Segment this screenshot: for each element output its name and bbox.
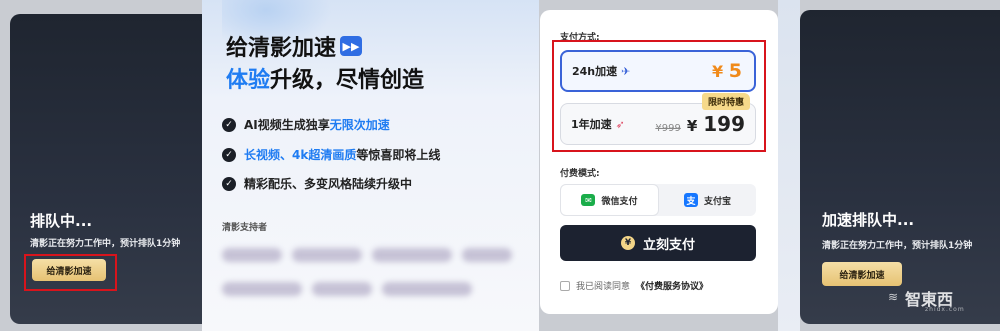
highlight-box-plans (552, 40, 766, 152)
promo-subheadline: 体验升级，尽情创造 (226, 62, 424, 94)
feature-highlight: 无限次加速 (329, 118, 390, 132)
feature-text: 等惊喜即将上线 (356, 148, 441, 162)
payment-method-switch: ✉ 微信支付 支 支付宝 (560, 184, 756, 216)
agreement-row: 我已阅读同意 《付费服务协议》 (560, 279, 708, 292)
speed-queue-title: 加速排队中... (822, 211, 915, 229)
promo-headline-text: 给清影加速 (226, 36, 337, 61)
queue-subtitle: 清影正在努力工作中，预计排队1分钟 (30, 239, 181, 249)
divider-strip (778, 0, 800, 331)
feature-text: AI视频生成独享 (244, 118, 330, 132)
feature-item: ✓ AI视频生成独享无限次加速 (222, 116, 390, 133)
supporters-list-blurred (222, 282, 472, 296)
yen-icon: ¥ (620, 236, 635, 250)
check-icon: ✓ (222, 117, 236, 132)
agreement-checkbox[interactable] (560, 280, 570, 291)
alipay-icon: 支 (683, 193, 698, 207)
wechat-pay-option[interactable]: ✉ 微信支付 (560, 184, 659, 216)
feature-text: 精彩配乐、多变风格陆续升级中 (244, 177, 413, 191)
agreement-text: 我已阅读同意 (576, 282, 631, 292)
supporters-label: 清影支持者 (222, 223, 268, 233)
queue-title: 排队中... (30, 212, 93, 230)
feature-item: ✓ 精彩配乐、多变风格陆续升级中 (222, 175, 412, 192)
promo-panel: 给清影加速 ▶▶ 体验升级，尽情创造 ✓ AI视频生成独享无限次加速 ✓ 长视频… (202, 0, 539, 331)
speed-queue-subtitle: 清影正在努力工作中，预计排队1分钟 (822, 241, 973, 251)
feature-item: ✓ 长视频、4k超清画质等惊喜即将上线 (222, 146, 440, 163)
highlight-box-left-button (24, 254, 117, 291)
feature-highlight: 长视频、4k超清画质 (244, 148, 357, 162)
payment-mode-label: 付费模式: (560, 169, 600, 179)
alipay-option[interactable]: 支 支付宝 (659, 184, 756, 216)
watermark-wave-icon: ≋ (888, 290, 899, 304)
promo-subheadline-blue: 体验 (226, 68, 271, 93)
promo-headline: 给清影加速 ▶▶ (226, 30, 363, 62)
wechat-icon: ✉ (581, 194, 596, 206)
service-agreement-link[interactable]: 《付费服务协议》 (636, 279, 708, 292)
supporters-list-blurred (222, 248, 512, 262)
watermark-url: zhidx.com (925, 306, 965, 313)
check-icon: ✓ (222, 147, 236, 162)
promo-subheadline-rest: 升级，尽情创造 (270, 68, 425, 93)
fast-forward-icon: ▶▶ (340, 36, 363, 56)
speed-up-button-right[interactable]: 给清影加速 (822, 262, 902, 286)
check-icon: ✓ (222, 176, 236, 191)
pay-now-button[interactable]: ¥ 立刻支付 (560, 225, 756, 261)
